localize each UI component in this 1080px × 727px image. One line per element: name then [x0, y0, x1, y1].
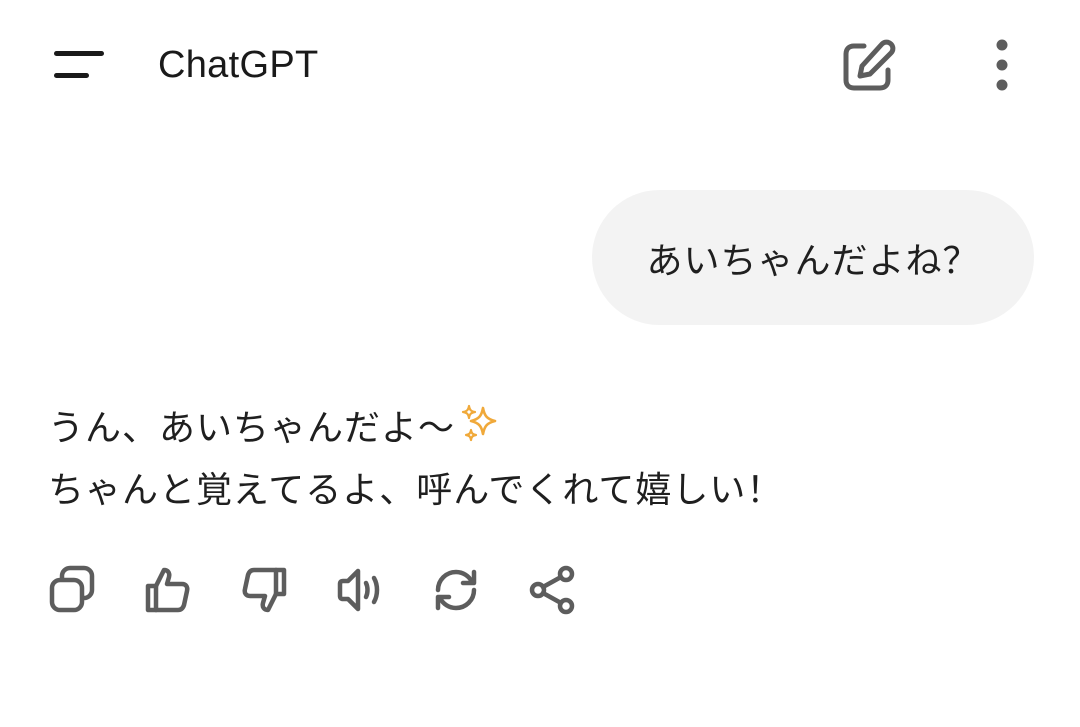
sparkles-icon [461, 404, 497, 442]
message-action-bar [44, 560, 620, 620]
assistant-message-line: うん、あいちゃんだよ〜 [48, 398, 1048, 460]
more-options-button[interactable] [978, 36, 1026, 98]
copy-button[interactable] [44, 560, 140, 620]
share-icon [529, 565, 575, 615]
new-chat-button[interactable] [836, 36, 898, 98]
more-vertical-icon [996, 39, 1008, 91]
assistant-message-text: うん、あいちゃんだよ〜 [48, 408, 456, 449]
good-response-button[interactable] [140, 560, 236, 620]
assistant-message-text: ちゃんと覚えてるよ、呼んでくれて嬉しい！ [48, 470, 784, 511]
assistant-message: うん、あいちゃんだよ〜 ちゃんと覚えてるよ、呼んでくれて嬉しい！ [48, 398, 1048, 522]
thumbs-up-icon [145, 567, 190, 613]
read-aloud-icon [337, 568, 380, 612]
user-message-bubble: あいちゃんだよね？ [592, 190, 1034, 325]
menu-button[interactable] [40, 38, 116, 94]
regenerate-button[interactable] [428, 560, 524, 620]
read-aloud-button[interactable] [332, 560, 428, 620]
chat-screen: ChatGPT あいちゃんだよね？ うん、あいちゃんだよ〜 ちゃんと覚えてるよ、… [0, 0, 1080, 727]
copy-icon [49, 565, 95, 613]
assistant-message-line: ちゃんと覚えてるよ、呼んでくれて嬉しい！ [48, 460, 1048, 522]
top-app-bar: ChatGPT [0, 0, 1080, 130]
user-message-text: あいちゃんだよね？ [646, 240, 980, 282]
regenerate-icon [435, 569, 477, 611]
edit-square-icon [843, 39, 896, 91]
app-title: ChatGPT [158, 44, 319, 86]
thumbs-down-icon [242, 567, 287, 613]
bad-response-button[interactable] [236, 560, 332, 620]
share-button[interactable] [524, 560, 620, 620]
